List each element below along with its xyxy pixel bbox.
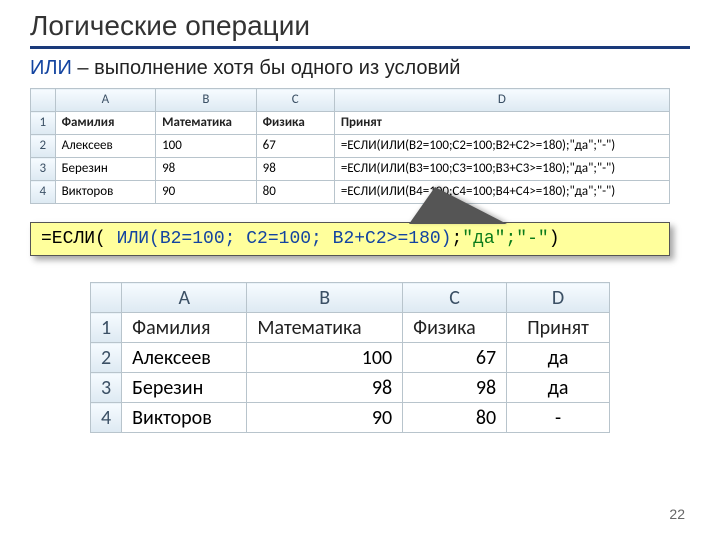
col-d: D: [507, 283, 610, 313]
row-3: 3: [91, 373, 122, 403]
corner-cell: [91, 283, 122, 313]
cell: Алексеев: [122, 343, 247, 373]
result-sheet: A B C D 1 Фамилия Математика Физика Прин…: [90, 282, 610, 433]
cell: 67: [256, 135, 334, 158]
subtitle-keyword: ИЛИ: [30, 57, 72, 79]
hdr-d: Принят: [507, 313, 610, 343]
row-2: 2: [91, 343, 122, 373]
row-2: 2: [31, 135, 56, 158]
cell: 100: [156, 135, 257, 158]
cell: 90: [156, 181, 257, 204]
callout-pointer: [410, 188, 505, 224]
row-4: 4: [91, 403, 122, 433]
cell: =ЕСЛИ(ИЛИ(B3=100;C3=100;B3+C3>=180);"да"…: [334, 158, 669, 181]
cell: 98: [156, 158, 257, 181]
col-a: A: [122, 283, 247, 313]
row-1: 1: [91, 313, 122, 343]
cell: 90: [247, 403, 403, 433]
cell: да: [507, 343, 610, 373]
hdr-a: Фамилия: [122, 313, 247, 343]
formula-p1: =ЕСЛИ(: [41, 229, 106, 249]
cell: Викторов: [55, 181, 156, 204]
formula-callout: =ЕСЛИ( ИЛИ(B2=100; C2=100; B2+C2>=180);"…: [30, 222, 670, 256]
cell: 100: [247, 343, 403, 373]
cell: Березин: [122, 373, 247, 403]
row-3: 3: [31, 158, 56, 181]
hdr-d: Принят: [334, 112, 669, 135]
hdr-c: Физика: [403, 313, 507, 343]
cell: 67: [403, 343, 507, 373]
cell: =ЕСЛИ(ИЛИ(B2=100;C2=100;B2+C2>=180);"да"…: [334, 135, 669, 158]
cell: 80: [403, 403, 507, 433]
col-a: A: [55, 89, 156, 112]
col-c: C: [403, 283, 507, 313]
subtitle: ИЛИ – выполнение хотя бы одного из услов…: [30, 57, 690, 80]
hdr-b: Математика: [156, 112, 257, 135]
formula-p4: "да";"-": [462, 229, 548, 249]
cell: -: [507, 403, 610, 433]
row-1: 1: [31, 112, 56, 135]
hdr-c: Физика: [256, 112, 334, 135]
formula-p3: ;: [451, 229, 462, 249]
cell: 98: [247, 373, 403, 403]
cell: да: [507, 373, 610, 403]
cell: Викторов: [122, 403, 247, 433]
cell: Березин: [55, 158, 156, 181]
page-title: Логические операции: [30, 10, 690, 44]
col-c: C: [256, 89, 334, 112]
cell: Алексеев: [55, 135, 156, 158]
col-b: B: [247, 283, 403, 313]
cell: 98: [256, 158, 334, 181]
hdr-b: Математика: [247, 313, 403, 343]
formula-p5: ): [549, 229, 560, 249]
col-b: B: [156, 89, 257, 112]
cell: 98: [403, 373, 507, 403]
formula-p2: ИЛИ(B2=100; C2=100; B2+C2>=180): [106, 229, 452, 249]
col-d: D: [334, 89, 669, 112]
corner-cell: [31, 89, 56, 112]
hdr-a: Фамилия: [55, 112, 156, 135]
subtitle-rest: – выполнение хотя бы одного из условий: [72, 57, 461, 79]
page-number: 22: [669, 506, 685, 522]
cell: 80: [256, 181, 334, 204]
formula-sheet: A B C D 1 Фамилия Математика Физика Прин…: [30, 88, 670, 204]
row-4: 4: [31, 181, 56, 204]
